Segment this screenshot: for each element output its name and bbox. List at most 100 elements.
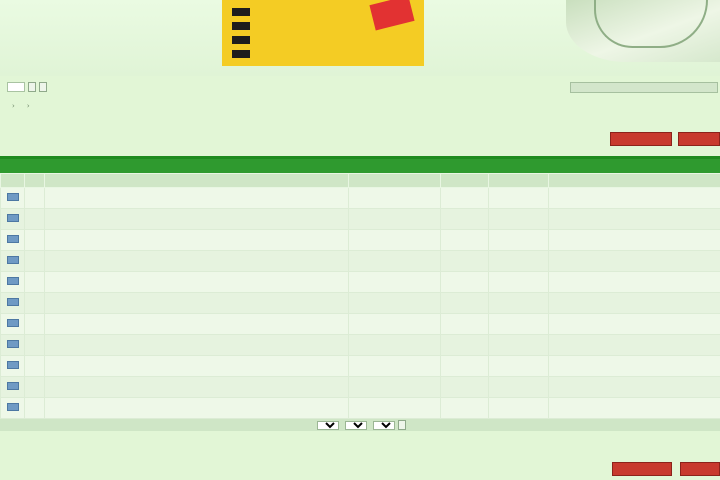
display-filter-bar bbox=[0, 419, 720, 431]
topic-author[interactable] bbox=[348, 187, 441, 209]
table-row[interactable] bbox=[0, 313, 720, 335]
topic-status-cell bbox=[0, 229, 25, 251]
topic-replies bbox=[440, 376, 489, 398]
topic-author[interactable] bbox=[348, 313, 441, 335]
bullet-icon bbox=[232, 50, 250, 58]
new-topic-button-bottom[interactable] bbox=[612, 462, 672, 476]
topic-icon bbox=[6, 403, 19, 411]
topic-cell bbox=[44, 376, 349, 398]
topic-author[interactable] bbox=[348, 376, 441, 398]
promo-item bbox=[232, 36, 258, 44]
topics-table bbox=[0, 173, 720, 419]
topic-icon-cell bbox=[24, 397, 45, 419]
search-button[interactable] bbox=[28, 82, 36, 92]
topic-last-post bbox=[548, 208, 720, 230]
topic-status-cell bbox=[0, 334, 25, 356]
table-row[interactable] bbox=[0, 187, 720, 209]
column-header-author[interactable] bbox=[348, 173, 441, 188]
topic-icon bbox=[6, 235, 19, 243]
topic-icon bbox=[6, 361, 19, 369]
topic-status-cell bbox=[0, 376, 25, 398]
new-topic-button[interactable] bbox=[610, 132, 672, 146]
topic-status-cell bbox=[0, 271, 25, 293]
topic-status-cell bbox=[0, 355, 25, 377]
topic-status-cell bbox=[0, 397, 25, 419]
sort-order-select[interactable] bbox=[345, 420, 367, 430]
topic-icon bbox=[6, 256, 19, 264]
topic-last-post bbox=[548, 187, 720, 209]
table-row[interactable] bbox=[0, 292, 720, 314]
topic-status-cell bbox=[0, 187, 25, 209]
table-row[interactable] bbox=[0, 376, 720, 398]
table-row[interactable] bbox=[0, 334, 720, 356]
filter-go-button[interactable] bbox=[398, 420, 406, 430]
topic-author[interactable] bbox=[348, 292, 441, 314]
topic-cell bbox=[44, 250, 349, 272]
topic-icon bbox=[6, 277, 19, 285]
topic-icon-cell bbox=[24, 313, 45, 335]
forum-panel bbox=[0, 156, 720, 451]
topic-replies bbox=[440, 229, 489, 251]
map-outline bbox=[594, 0, 708, 48]
table-header-row bbox=[0, 173, 720, 188]
topic-views bbox=[488, 187, 549, 209]
table-row[interactable] bbox=[0, 397, 720, 419]
topic-cell bbox=[44, 313, 349, 335]
topic-views bbox=[488, 376, 549, 398]
column-header-topic[interactable] bbox=[44, 173, 349, 188]
topic-author[interactable] bbox=[348, 208, 441, 230]
topic-last-post bbox=[548, 355, 720, 377]
topic-icon-cell bbox=[24, 355, 45, 377]
topic-author[interactable] bbox=[348, 250, 441, 272]
topic-icon-cell bbox=[24, 229, 45, 251]
period-select[interactable] bbox=[373, 420, 395, 430]
reply-button[interactable] bbox=[678, 132, 720, 146]
search-input[interactable] bbox=[7, 82, 25, 92]
topic-last-post bbox=[548, 250, 720, 272]
topic-icon bbox=[6, 298, 19, 306]
topic-replies bbox=[440, 250, 489, 272]
column-header-replies[interactable] bbox=[440, 173, 489, 188]
topic-icon bbox=[6, 340, 19, 348]
table-row[interactable] bbox=[0, 208, 720, 230]
table-row[interactable] bbox=[0, 355, 720, 377]
topic-status-cell bbox=[0, 208, 25, 230]
sort-by-select[interactable] bbox=[317, 420, 339, 430]
column-header-icon bbox=[0, 173, 25, 188]
column-header-last-post[interactable] bbox=[548, 173, 720, 188]
column-header-views[interactable] bbox=[488, 173, 549, 188]
topic-status-cell bbox=[0, 250, 25, 272]
topic-status-cell bbox=[0, 313, 25, 335]
topic-icon bbox=[6, 319, 19, 327]
table-row[interactable] bbox=[0, 250, 720, 272]
topic-author[interactable] bbox=[348, 334, 441, 356]
topic-replies bbox=[440, 187, 489, 209]
topic-replies bbox=[440, 208, 489, 230]
topic-cell bbox=[44, 187, 349, 209]
topic-replies bbox=[440, 397, 489, 419]
topic-last-post bbox=[548, 292, 720, 314]
promo-banner[interactable] bbox=[222, 0, 424, 66]
advanced-search-button[interactable] bbox=[39, 82, 47, 92]
topic-author[interactable] bbox=[348, 397, 441, 419]
topic-views bbox=[488, 334, 549, 356]
topic-views bbox=[488, 250, 549, 272]
topic-cell bbox=[44, 208, 349, 230]
forum-title bbox=[0, 159, 720, 173]
topic-cell bbox=[44, 292, 349, 314]
header-right-link[interactable] bbox=[570, 82, 718, 93]
topic-author[interactable] bbox=[348, 355, 441, 377]
reply-button-bottom[interactable] bbox=[680, 462, 720, 476]
topic-views bbox=[488, 355, 549, 377]
table-row[interactable] bbox=[0, 271, 720, 293]
breadcrumb: › › bbox=[6, 102, 36, 110]
table-row[interactable] bbox=[0, 229, 720, 251]
topic-last-post bbox=[548, 397, 720, 419]
breadcrumb-separator: › bbox=[12, 102, 15, 110]
bullet-icon bbox=[232, 8, 250, 16]
topic-icon-cell bbox=[24, 271, 45, 293]
topic-views bbox=[488, 397, 549, 419]
topic-author[interactable] bbox=[348, 271, 441, 293]
promo-item bbox=[232, 50, 258, 58]
topic-author[interactable] bbox=[348, 229, 441, 251]
